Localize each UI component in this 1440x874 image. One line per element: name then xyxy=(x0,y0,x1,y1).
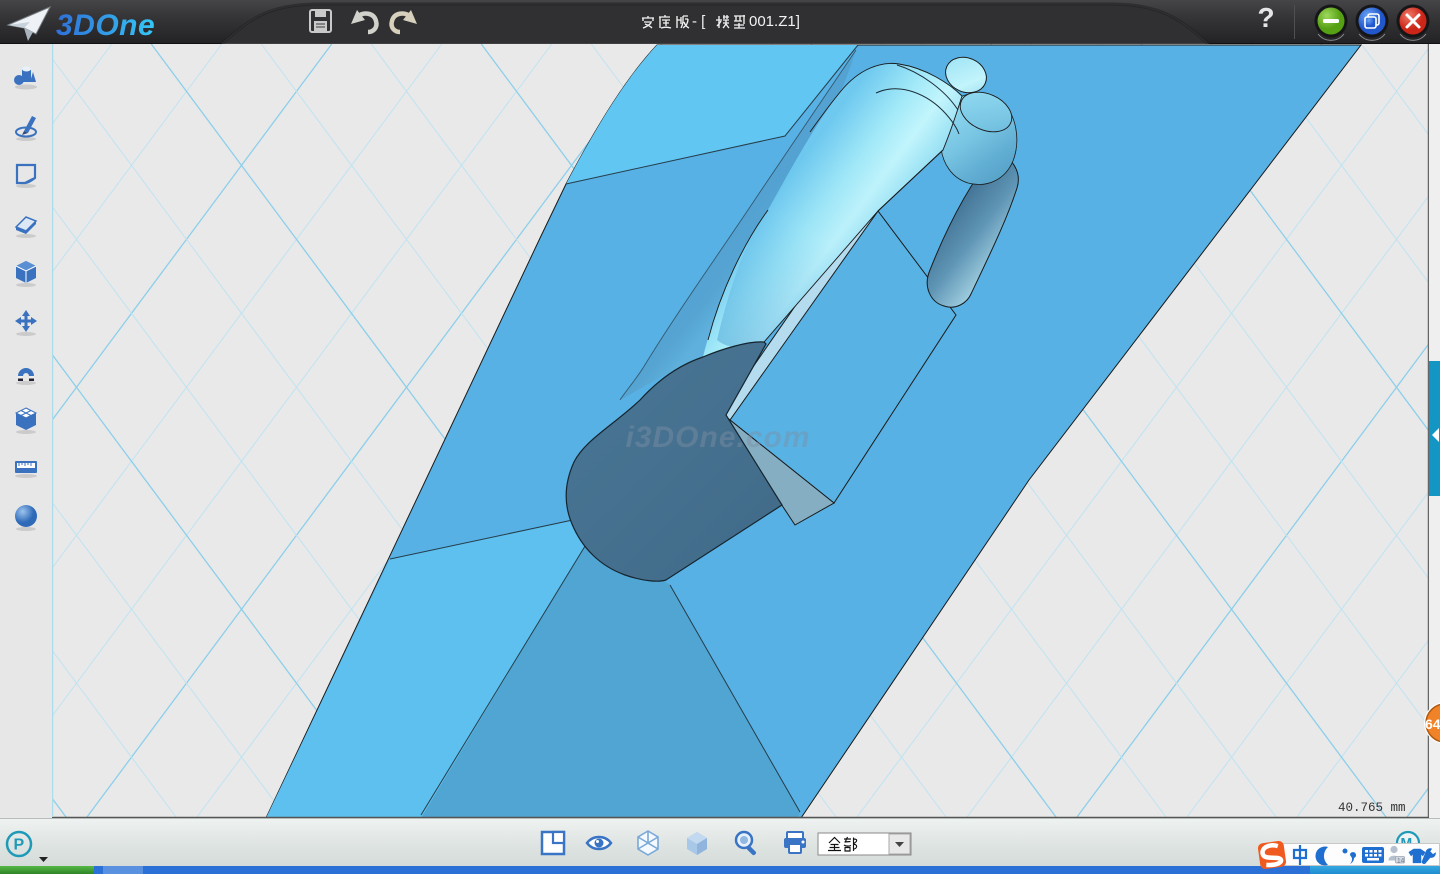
svg-text:3DOne: 3DOne xyxy=(56,9,155,42)
svg-text:i3DOne.com: i3DOne.com xyxy=(625,421,810,454)
svg-text:64: 64 xyxy=(1425,716,1440,732)
svg-text:001.Z1]: 001.Z1] xyxy=(749,13,800,30)
svg-text:40.765 mm: 40.765 mm xyxy=(1338,801,1406,815)
svg-text:14: 14 xyxy=(1397,858,1405,865)
svg-text:- [: - [ xyxy=(692,13,706,30)
svg-text:P: P xyxy=(14,837,25,854)
